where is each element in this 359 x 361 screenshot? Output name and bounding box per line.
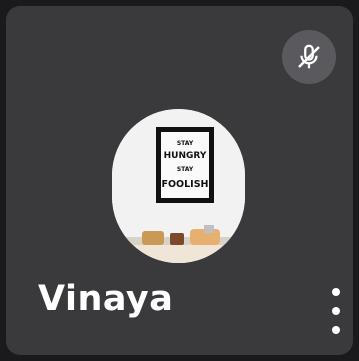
avatar-photo: STAY HUNGRY STAY FOOLISH [112, 109, 245, 263]
more-vert-icon [332, 288, 340, 296]
poster-line-1: STAY [177, 140, 194, 147]
more-options-button[interactable] [322, 288, 350, 334]
avatar: STAY HUNGRY STAY FOOLISH [112, 109, 245, 263]
participant-tile[interactable]: STAY HUNGRY STAY FOOLISH Vinaya [6, 6, 353, 355]
poster-line-3: STAY [177, 166, 194, 173]
poster-line-2: HUNGRY [164, 151, 207, 161]
poster-line-4: FOOLISH [161, 179, 208, 190]
participant-name: Vinaya [38, 279, 174, 319]
mic-muted-indicator [282, 30, 336, 84]
microphone-off-icon [298, 44, 320, 69]
